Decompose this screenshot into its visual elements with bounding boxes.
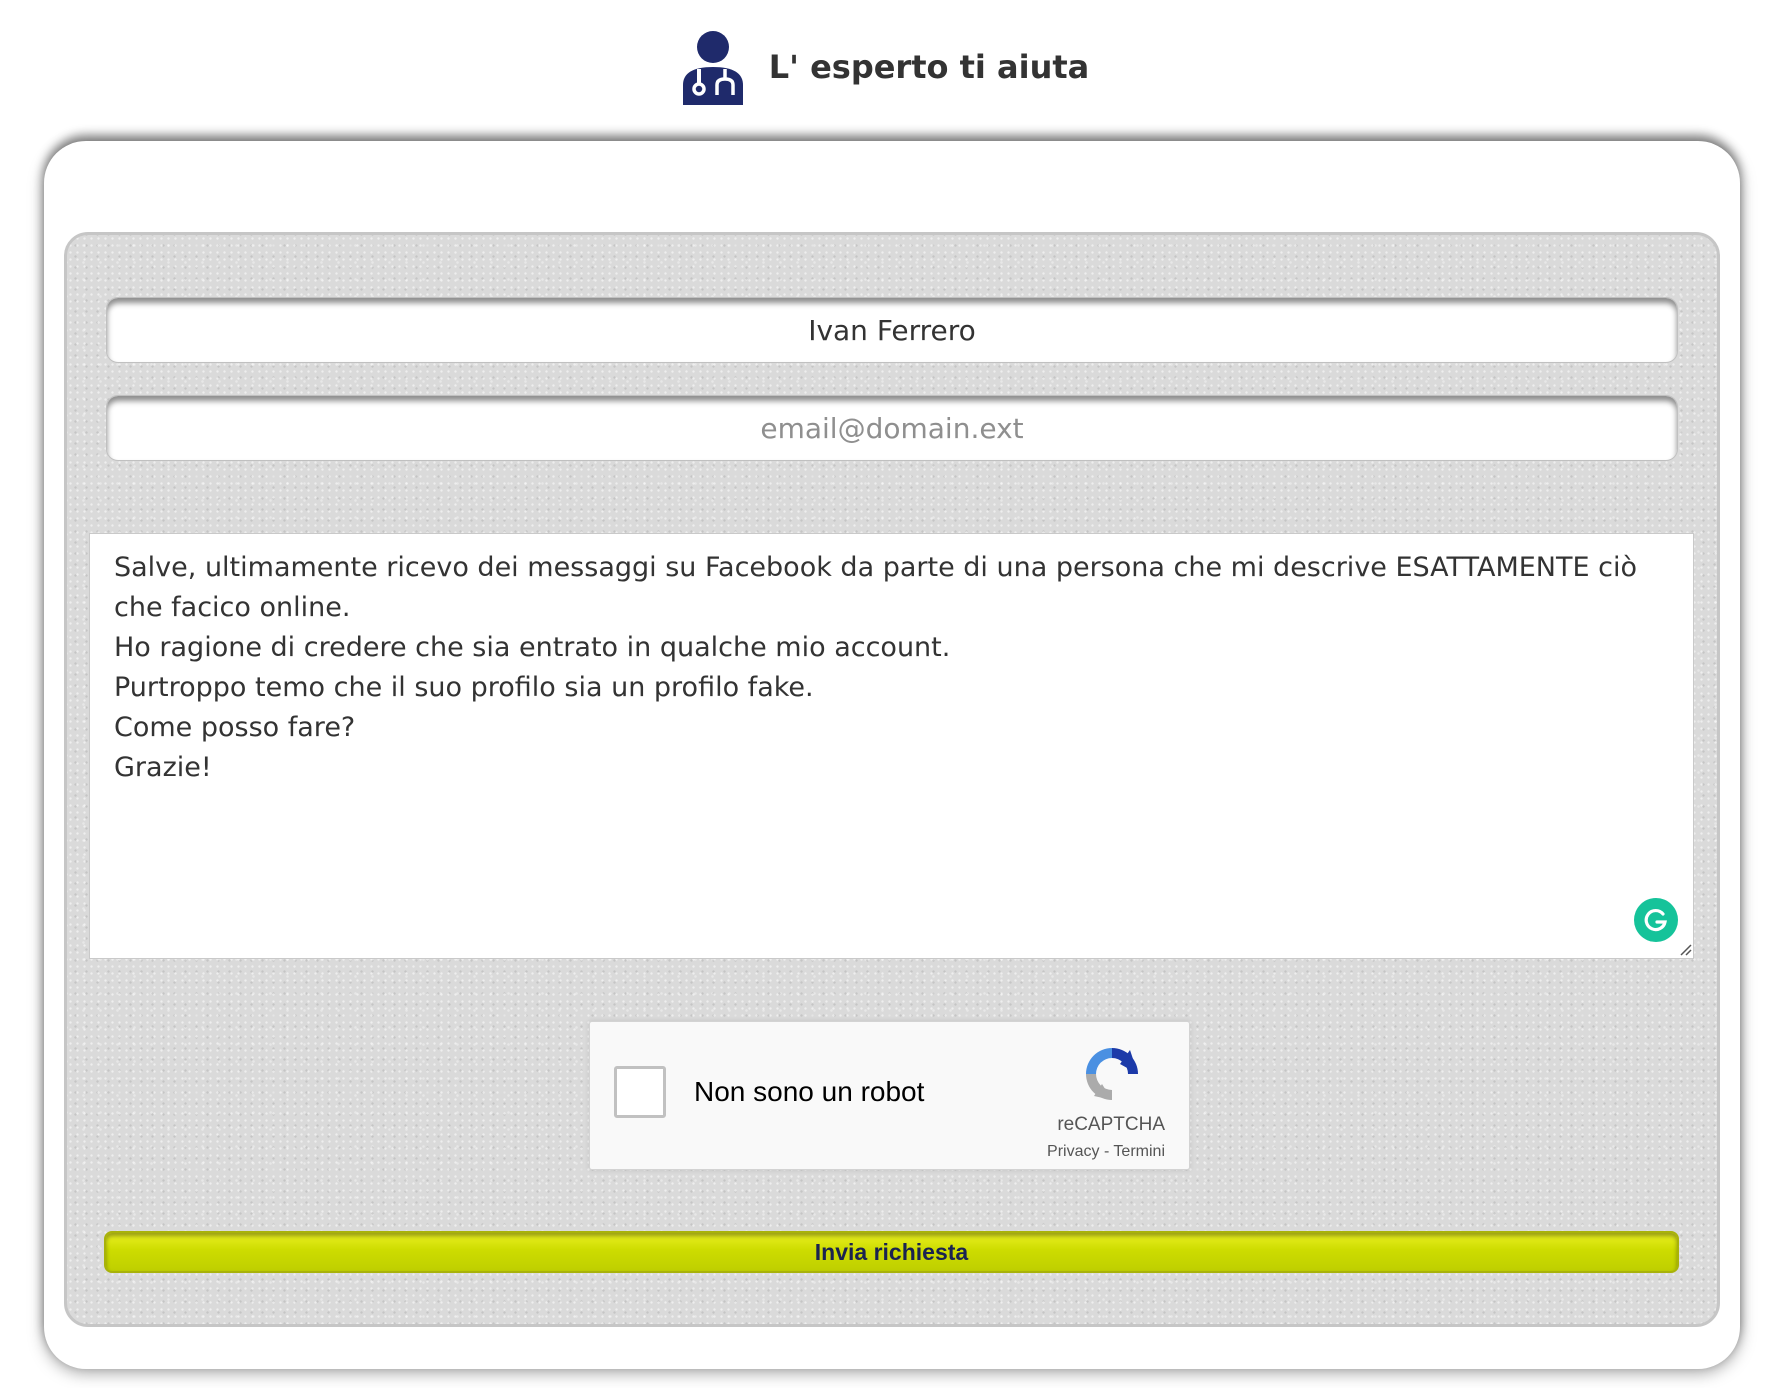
message-line: Salve, ultimamente ricevo dei messaggi s… — [114, 552, 1637, 623]
recaptcha-brand: reCAPTCHA — [1057, 1114, 1165, 1135]
doctor-stethoscope-icon — [682, 31, 743, 105]
resize-handle-icon[interactable] — [1678, 942, 1692, 956]
page-title: L' esperto ti aiuta — [768, 48, 1090, 86]
message-line: Grazie! — [114, 752, 212, 783]
page-header: L' esperto ti aiuta — [0, 22, 1766, 112]
recaptcha-links[interactable]: Privacy - Termini — [990, 1143, 1165, 1161]
email-field[interactable]: email@domain.ext — [106, 395, 1678, 461]
message-textarea[interactable]: Salve, ultimamente ricevo dei messaggi s… — [89, 533, 1694, 959]
recaptcha-widget: Non sono un robot reCAPTCHA Privacy - Te… — [589, 1021, 1190, 1170]
message-line: Purtroppo temo che il suo profilo sia un… — [114, 672, 814, 703]
message-line: Come posso fare? — [114, 712, 356, 743]
name-field[interactable]: Ivan Ferrero — [106, 297, 1678, 363]
submit-button[interactable]: Invia richiesta — [104, 1231, 1679, 1273]
recaptcha-label: Non sono un robot — [694, 1076, 925, 1107]
grammarly-icon[interactable] — [1634, 898, 1678, 942]
recaptcha-logo-icon — [1086, 1048, 1138, 1100]
recaptcha-checkbox[interactable] — [614, 1066, 666, 1118]
message-line: Ho ragione di credere che sia entrato in… — [114, 632, 951, 663]
